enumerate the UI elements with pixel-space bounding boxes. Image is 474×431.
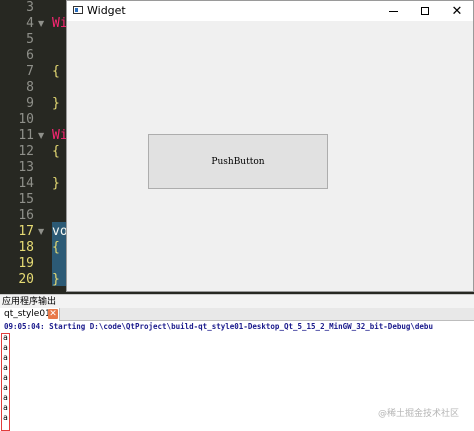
line-number: 19	[18, 256, 34, 271]
close-icon: ✕	[451, 3, 463, 19]
line-number: 4	[26, 16, 34, 31]
output-pane-title: 应用程序输出	[2, 297, 57, 307]
line-number: 5	[26, 32, 34, 47]
output-line: a	[3, 403, 8, 412]
tab-label: qt_style01	[4, 309, 51, 319]
code-token: }	[52, 272, 60, 287]
window-title: Widget	[87, 4, 126, 17]
line-number: 6	[26, 48, 34, 63]
maximize-button[interactable]	[409, 1, 441, 21]
line-number: 15	[18, 192, 34, 207]
window-app-icon	[73, 6, 83, 14]
line-number: 18	[18, 240, 34, 255]
code-token: {	[52, 240, 60, 255]
code-token: {	[52, 144, 60, 159]
line-number: 7	[26, 64, 34, 79]
output-line: a	[3, 333, 8, 342]
output-line: a	[3, 413, 8, 422]
output-tab-bar: qt_style01 ✕	[0, 308, 474, 321]
line-number: 8	[26, 80, 34, 95]
line-number: 13	[18, 160, 34, 175]
watermark: @稀土掘金技术社区	[378, 409, 460, 419]
widget-client-area: PushButton	[67, 21, 473, 291]
line-number: 3	[26, 0, 34, 15]
output-line: a	[3, 393, 8, 402]
output-start-line: 09:05:04: Starting D:\code\QtProject\bui…	[4, 322, 433, 331]
title-bar[interactable]: Widget ✕	[67, 1, 473, 21]
fold-arrow-icon[interactable]: ▼	[38, 224, 44, 240]
line-number: 20	[18, 272, 34, 287]
output-line: a	[3, 363, 8, 372]
output-line: a	[3, 353, 8, 362]
line-number: 16	[18, 208, 34, 223]
push-button[interactable]: PushButton	[148, 134, 328, 189]
line-number: 14	[18, 176, 34, 191]
tab-qt-style01[interactable]: qt_style01 ✕	[0, 308, 60, 321]
fold-arrow-icon[interactable]: ▼	[38, 128, 44, 144]
code-token: }	[52, 176, 60, 191]
fold-arrow-icon[interactable]: ▼	[38, 16, 44, 32]
minimize-button[interactable]	[377, 1, 409, 21]
output-line: a	[3, 373, 8, 382]
line-number: 12	[18, 144, 34, 159]
widget-window[interactable]: Widget ✕ PushButton	[66, 0, 474, 292]
output-pane-header: 应用程序输出	[0, 294, 474, 308]
code-token: }	[52, 96, 60, 111]
line-number: 10	[18, 112, 34, 127]
line-number: 11	[18, 128, 34, 143]
output-line: a	[3, 383, 8, 392]
maximize-icon	[421, 7, 429, 15]
line-number-gutter: 3 4 5 6 7 8 9 10 11 12 13 14 15 16 17 18…	[0, 0, 46, 294]
line-number: 9	[26, 96, 34, 111]
tab-close-icon[interactable]: ✕	[48, 309, 58, 319]
code-token: {	[52, 64, 60, 79]
minimize-icon	[388, 10, 398, 12]
line-number-current: 17	[18, 224, 34, 239]
output-line: a	[3, 343, 8, 352]
close-button[interactable]: ✕	[441, 1, 473, 21]
